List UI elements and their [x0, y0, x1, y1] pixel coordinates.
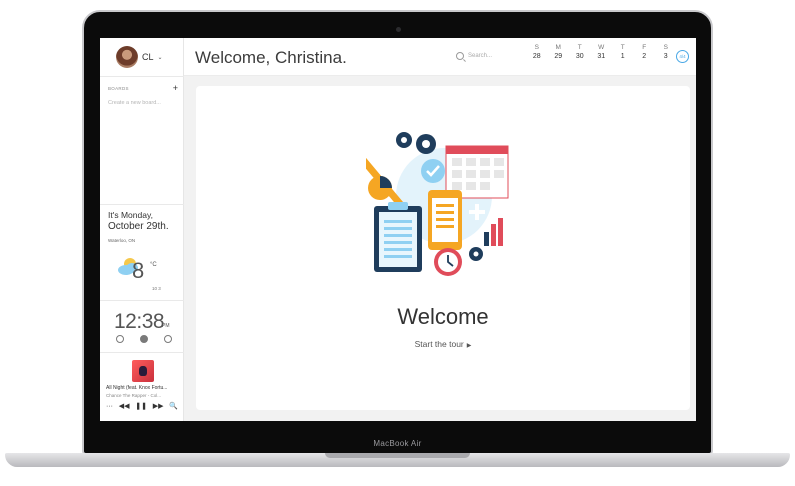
day-name: S [534, 44, 539, 51]
camera-dot [396, 27, 401, 32]
day-number: 30 [575, 53, 584, 60]
forecast-text: 10 3 [152, 286, 161, 291]
profile-initials: CL [142, 52, 154, 62]
laptop-base-notch [325, 453, 470, 458]
calendar-day[interactable]: W 31 [591, 44, 613, 60]
search-box[interactable]: Search... [456, 52, 492, 60]
day-number: 3 [663, 53, 668, 60]
temperature-unit: °C [150, 262, 157, 268]
main-content: Welcome Start the tour ▶ [184, 76, 696, 421]
sidebar: CL ⌄ BOARDS + Create a new board... It's… [100, 38, 184, 421]
date-line-2: October 29th. [108, 221, 169, 232]
clock-time: 12:38 [114, 310, 165, 333]
date-line-1: It's Monday, [108, 210, 153, 220]
calendar-day[interactable]: F2 [634, 44, 656, 60]
day-name: S [663, 44, 668, 51]
calendar-day[interactable]: S 28 [526, 44, 548, 60]
timer-icon[interactable] [164, 335, 172, 343]
clock-icon[interactable] [140, 335, 148, 343]
date-widget: It's Monday, October 29th. Waterloo, ON [108, 210, 169, 243]
calendar-day[interactable]: M 29 [548, 44, 570, 60]
calendar-day[interactable]: S3 [655, 44, 677, 60]
create-board-link[interactable]: Create a new board... [108, 100, 161, 106]
search-icon[interactable]: 🔍 [169, 402, 178, 410]
day-name: W [598, 44, 605, 51]
location-label: Waterloo, ON [108, 238, 136, 243]
start-tour-link[interactable]: Start the tour ▶ [196, 339, 690, 349]
temperature-value: 8 [132, 258, 145, 283]
profile-menu[interactable]: CL ⌄ [116, 46, 163, 68]
calendar-day[interactable]: T 30 [569, 44, 591, 60]
pause-icon[interactable]: ❚❚ [135, 402, 147, 410]
next-icon[interactable]: ▶▶ [153, 402, 164, 410]
day-name: T [577, 44, 582, 51]
week-calendar: S 28 M 29 T 30 W 31 T1 F2 S3 [526, 44, 677, 60]
song-title: All Night (feat. Knox Fortu... [106, 385, 168, 391]
search-input[interactable]: Search... [468, 53, 492, 59]
laptop: CL ⌄ BOARDS + Create a new board... It's… [0, 0, 795, 486]
more-icon[interactable]: ··· [106, 403, 113, 410]
day-name: T [620, 44, 625, 51]
search-icon [456, 52, 464, 60]
add-board-icon[interactable]: + [173, 84, 178, 93]
device-brand-label: MacBook Air [373, 439, 422, 448]
avatar[interactable] [116, 46, 138, 68]
top-bar: Welcome, Christina. Search... S 28 M 29 T 3… [184, 38, 696, 76]
alarm-icon[interactable] [116, 335, 124, 343]
welcome-card: Welcome Start the tour ▶ [196, 86, 690, 410]
divider [100, 300, 184, 301]
day-name: F [642, 44, 647, 51]
welcome-heading: Welcome [397, 304, 489, 329]
divider [100, 352, 184, 353]
divider [100, 76, 184, 77]
chevron-down-icon[interactable]: ⌄ [158, 54, 163, 61]
page-title: Welcome, Christina. [195, 48, 347, 67]
day-number: 1 [620, 53, 625, 60]
divider [100, 204, 184, 205]
start-tour-label: Start the tour [414, 339, 464, 349]
clock-ampm: PM [162, 323, 170, 329]
productivity-illustration-icon [366, 132, 509, 276]
day-name: M [555, 44, 561, 51]
calendar-day[interactable]: T1 [612, 44, 634, 60]
app-screen: CL ⌄ BOARDS + Create a new board... It's… [100, 38, 696, 421]
week-view-button[interactable]: 4/4 [676, 50, 689, 63]
album-art [132, 360, 154, 382]
day-number: 28 [532, 53, 541, 60]
clock-controls [116, 335, 172, 343]
day-number: 2 [642, 53, 647, 60]
previous-icon[interactable]: ◀◀ [119, 402, 130, 410]
song-artist: Chance The Rapper - Col... [106, 393, 161, 398]
music-player-controls: ··· ◀◀ ❚❚ ▶▶ 🔍 [106, 402, 178, 411]
day-number: 31 [597, 53, 606, 60]
boards-header: BOARDS + [108, 84, 178, 93]
boards-label: BOARDS [108, 86, 129, 91]
play-arrow-icon: ▶ [466, 343, 472, 349]
day-number: 29 [554, 53, 563, 60]
